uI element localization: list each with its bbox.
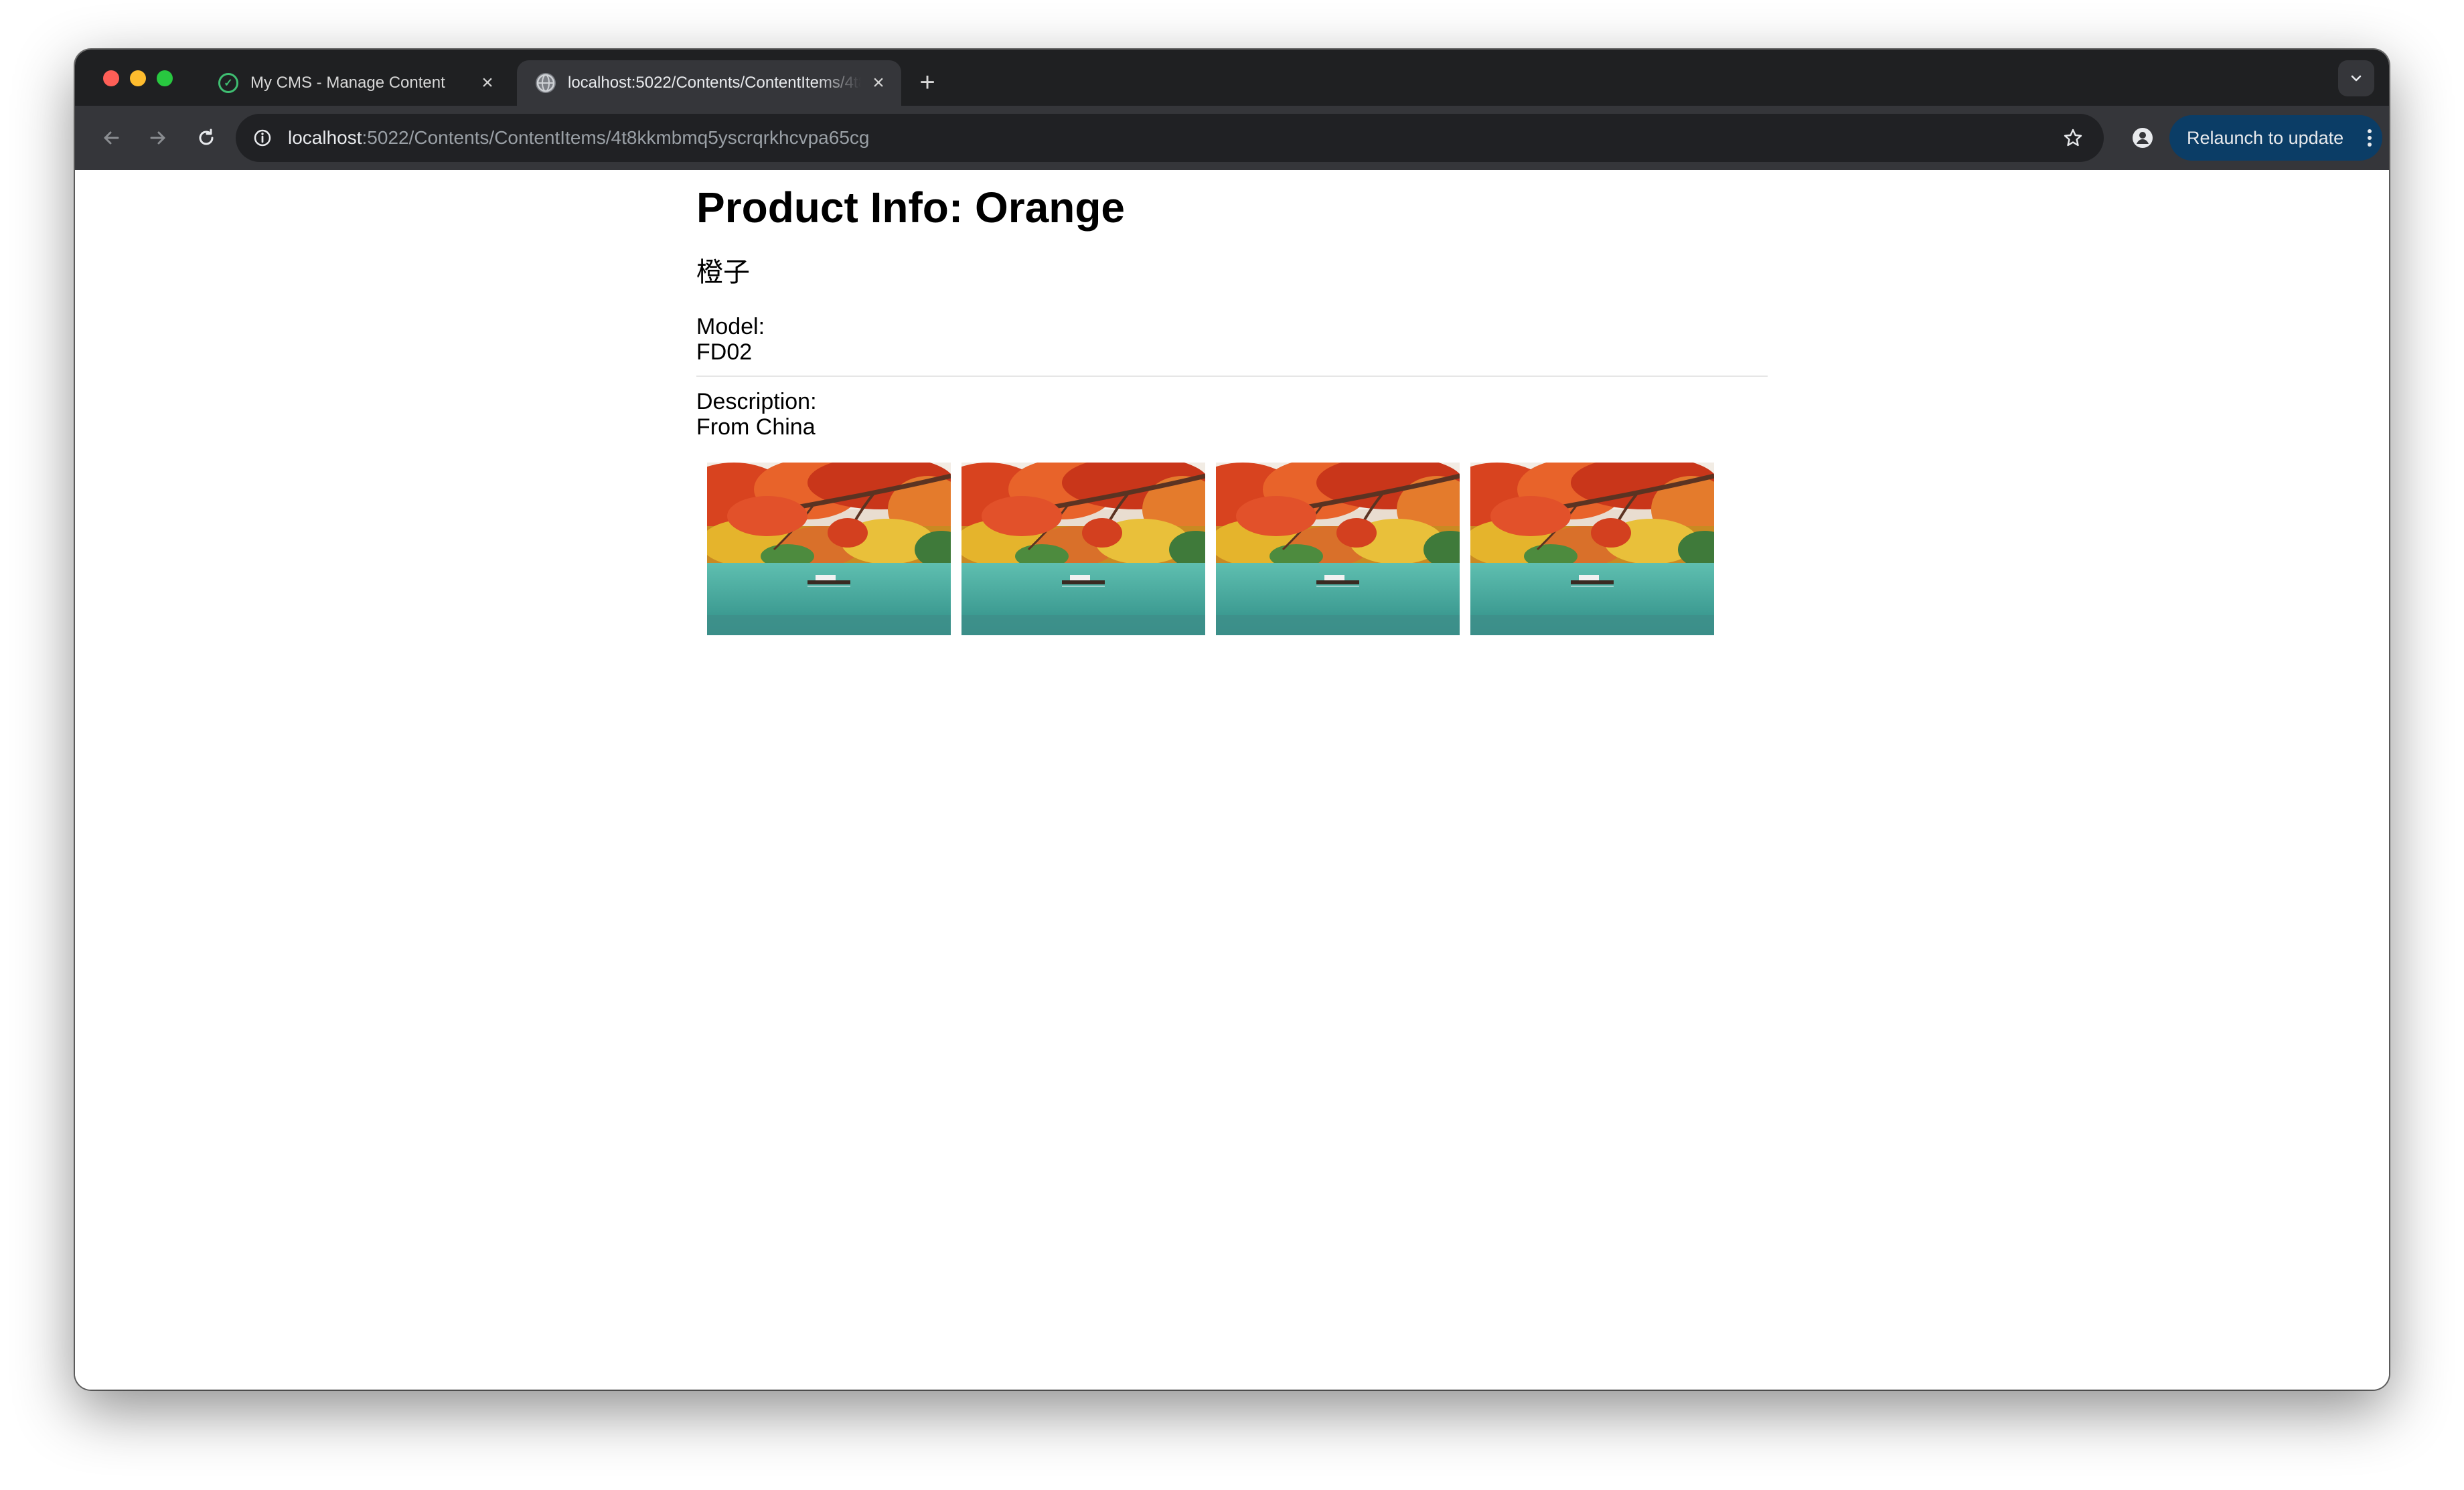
minimize-window-button[interactable] — [130, 70, 146, 86]
product-image — [961, 463, 1205, 635]
product-image — [1470, 463, 1714, 635]
tab-strip: ✓ My CMS - Manage Content × localhost:50… — [75, 50, 2389, 106]
more-vert-icon[interactable] — [2368, 129, 2372, 147]
description-field: Description: From China — [696, 389, 1768, 440]
model-value: FD02 — [696, 339, 753, 365]
reload-icon[interactable] — [189, 120, 224, 155]
tab-title: localhost:5022/Contents/ContentItems/4t8… — [568, 74, 861, 92]
back-arrow-icon[interactable] — [94, 120, 129, 155]
tab-my-cms[interactable]: ✓ My CMS - Manage Content × — [204, 60, 510, 106]
url-path: :5022/Contents/ContentItems/4t8kkmbmq5ys… — [362, 127, 870, 148]
cms-favicon-icon: ✓ — [218, 73, 238, 93]
close-icon[interactable]: × — [475, 71, 499, 95]
product-content: Product Info: Orange 橙子 Model: FD02 Desc… — [696, 170, 1768, 635]
globe-icon — [536, 73, 556, 93]
divider — [696, 375, 1768, 377]
url-text[interactable]: localhost:5022/Contents/ContentItems/4t8… — [288, 127, 869, 149]
product-subtitle: 橙子 — [696, 257, 750, 287]
address-bar[interactable]: localhost:5022/Contents/ContentItems/4t8… — [236, 114, 2104, 162]
url-host: localhost — [288, 127, 362, 148]
description-label: Description: — [696, 388, 817, 414]
description-value: From China — [696, 414, 816, 440]
close-window-button[interactable] — [103, 70, 119, 86]
site-info-icon[interactable] — [249, 125, 276, 151]
tab-title: My CMS - Manage Content — [250, 74, 445, 92]
tab-content-item[interactable]: localhost:5022/Contents/ContentItems/4t8… — [517, 60, 901, 106]
page-title: Product Info: Orange — [696, 183, 1125, 232]
new-tab-plus-icon[interactable]: + — [911, 66, 944, 99]
model-label: Model: — [696, 313, 765, 339]
tab-search-chevron-down-icon[interactable] — [2338, 60, 2374, 96]
product-image — [707, 463, 951, 635]
model-field: Model: FD02 — [696, 314, 1768, 365]
maximize-window-button[interactable] — [157, 70, 173, 86]
browser-toolbar: localhost:5022/Contents/ContentItems/4t8… — [75, 106, 2389, 170]
relaunch-to-update-button[interactable]: Relaunch to update — [2169, 115, 2382, 161]
product-image-gallery — [707, 463, 1768, 635]
page-viewport: Product Info: Orange 橙子 Model: FD02 Desc… — [75, 170, 2389, 1390]
bookmark-star-icon[interactable] — [2060, 125, 2086, 151]
forward-arrow-icon[interactable] — [141, 120, 175, 155]
product-image — [1216, 463, 1460, 635]
profile-avatar-icon[interactable] — [2125, 120, 2160, 155]
browser-window: ✓ My CMS - Manage Content × localhost:50… — [75, 50, 2389, 1390]
relaunch-label: Relaunch to update — [2187, 127, 2344, 148]
close-icon[interactable]: × — [866, 71, 891, 95]
